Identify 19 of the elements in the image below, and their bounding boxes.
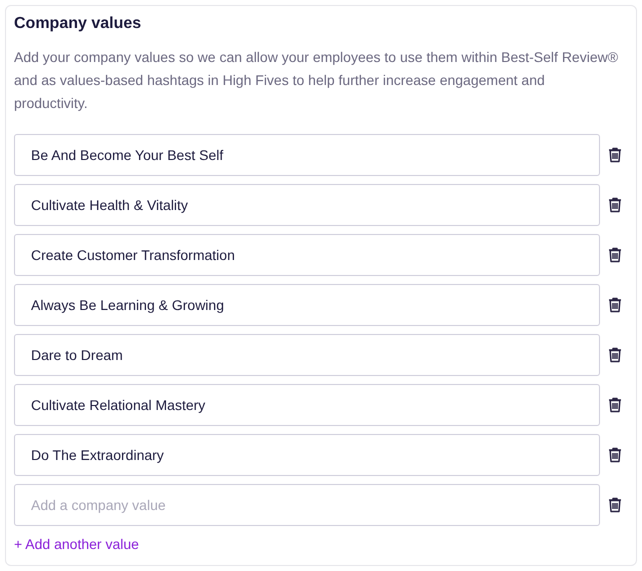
value-field[interactable]: Dare to Dream [14, 334, 600, 376]
trash-icon[interactable] [608, 497, 622, 513]
value-field[interactable]: Do The Extraordinary [14, 434, 600, 476]
trash-icon[interactable] [608, 247, 622, 263]
section-title: Company values [14, 14, 142, 34]
value-field[interactable]: Create Customer Transformation [14, 234, 600, 276]
add-value-link[interactable]: + Add another value [14, 534, 139, 555]
value-field[interactable]: Cultivate Relational Mastery [14, 384, 600, 426]
trash-icon[interactable] [608, 197, 622, 213]
trash-icon[interactable] [608, 147, 622, 163]
value-field[interactable]: Always Be Learning & Growing [14, 284, 600, 326]
trash-icon[interactable] [608, 297, 622, 313]
trash-icon[interactable] [608, 347, 622, 363]
value-field[interactable]: Be And Become Your Best Self [14, 134, 600, 176]
value-field[interactable]: Add a company value [14, 484, 600, 526]
value-field[interactable]: Cultivate Health & Vitality [14, 184, 600, 226]
trash-icon[interactable] [608, 397, 622, 413]
trash-icon[interactable] [608, 447, 622, 463]
description: Add your company values so we can allow your employees to use them within Best-Self Review® and as values-based hashtags in High Fives to help further increase engagement and productivity. [14, 48, 620, 113]
